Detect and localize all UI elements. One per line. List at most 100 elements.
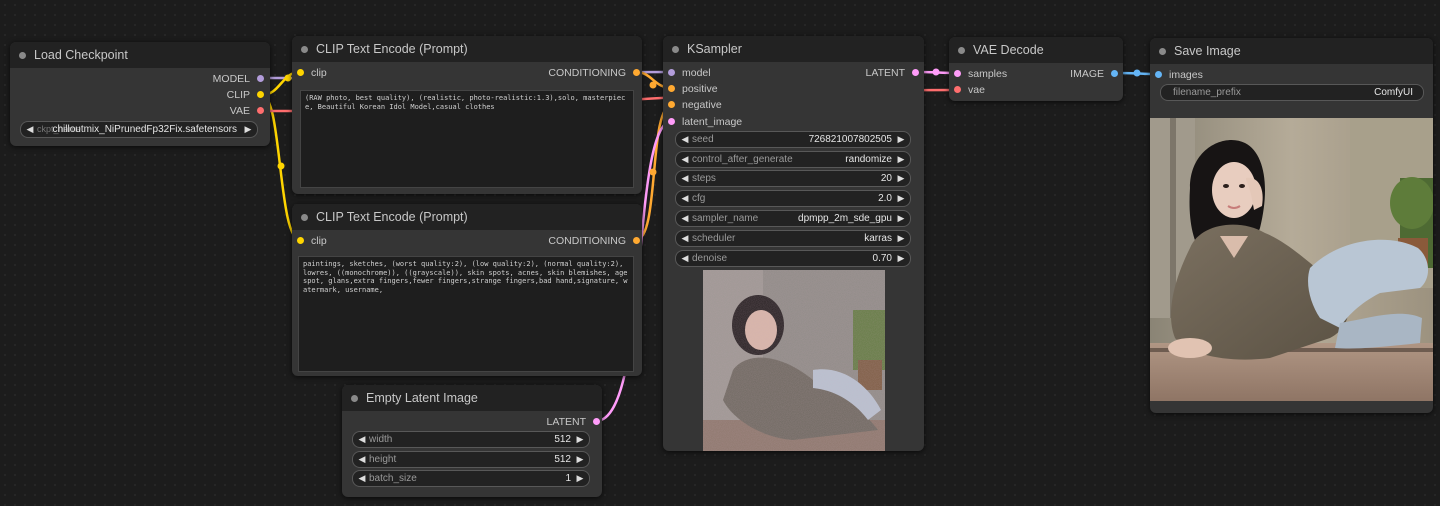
- sampler-name-widget[interactable]: ◀ sampler_name dpmpp_2m_sde_gpu ▶: [675, 210, 911, 227]
- control-after-generate-widget[interactable]: ◀ control_after_generate randomize ▶: [675, 151, 911, 168]
- widget-value: dpmpp_2m_sde_gpu: [798, 213, 892, 224]
- cfg-widget[interactable]: ◀ cfg 2.0 ▶: [675, 190, 911, 207]
- filename-prefix-widget[interactable]: filename_prefix ComfyUI: [1160, 84, 1424, 101]
- collapse-dot-icon[interactable]: [19, 52, 26, 59]
- clip-pin-icon[interactable]: [257, 91, 264, 98]
- collapse-dot-icon[interactable]: [1159, 48, 1166, 55]
- clip-pin-icon[interactable]: [297, 237, 304, 244]
- image-pin-icon[interactable]: [1155, 71, 1162, 78]
- input-label: clip: [311, 67, 327, 79]
- arrow-left-icon[interactable]: ◀: [679, 251, 691, 266]
- collapse-dot-icon[interactable]: [672, 46, 679, 53]
- latent-pin-icon[interactable]: [593, 418, 600, 425]
- batch-size-widget[interactable]: ◀ batch_size 1 ▶: [352, 470, 590, 487]
- arrow-left-icon[interactable]: ◀: [24, 122, 36, 137]
- output-conditioning[interactable]: CONDITIONING: [548, 234, 640, 248]
- arrow-right-icon[interactable]: ▶: [895, 132, 907, 147]
- node-title-bar[interactable]: CLIP Text Encode (Prompt): [292, 36, 642, 62]
- arrow-right-icon[interactable]: ▶: [242, 122, 254, 137]
- input-vae[interactable]: vae: [954, 83, 985, 97]
- collapse-dot-icon[interactable]: [351, 395, 358, 402]
- arrow-right-icon[interactable]: ▶: [895, 231, 907, 246]
- conditioning-pin-icon[interactable]: [668, 85, 675, 92]
- model-pin-icon[interactable]: [668, 69, 675, 76]
- output-image-preview: [1150, 118, 1433, 401]
- scheduler-widget[interactable]: ◀ scheduler karras ▶: [675, 230, 911, 247]
- node-title-bar[interactable]: Empty Latent Image: [342, 385, 602, 411]
- widget-value: 512: [554, 454, 571, 465]
- output-vae[interactable]: VAE: [230, 104, 264, 118]
- conditioning-pin-icon[interactable]: [633, 237, 640, 244]
- collapse-dot-icon[interactable]: [301, 46, 308, 53]
- node-title-bar[interactable]: KSampler: [663, 36, 924, 62]
- ckpt-name-combo[interactable]: ◀ ckpt_name chilloutmix_NiPrunedFp32Fix.…: [20, 121, 258, 138]
- clip-pin-icon[interactable]: [297, 69, 304, 76]
- latent-pin-icon[interactable]: [668, 118, 675, 125]
- vae-decode-node[interactable]: VAE Decode samples vae IMAGE: [949, 37, 1123, 101]
- output-label: IMAGE: [1070, 68, 1104, 80]
- arrow-right-icon[interactable]: ▶: [574, 452, 586, 467]
- node-title-bar[interactable]: CLIP Text Encode (Prompt): [292, 204, 642, 230]
- arrow-left-icon[interactable]: ◀: [679, 152, 691, 167]
- output-label: LATENT: [865, 67, 905, 79]
- collapse-dot-icon[interactable]: [958, 47, 965, 54]
- latent-pin-icon[interactable]: [912, 69, 919, 76]
- input-negative[interactable]: negative: [668, 98, 722, 112]
- widget-label: height: [369, 454, 397, 465]
- input-model[interactable]: model: [668, 66, 711, 80]
- ksampler-node[interactable]: KSampler model positive negative latent_…: [663, 36, 924, 451]
- input-samples[interactable]: samples: [954, 67, 1007, 81]
- output-clip[interactable]: CLIP: [227, 88, 264, 102]
- input-positive[interactable]: positive: [668, 82, 718, 96]
- arrow-right-icon[interactable]: ▶: [574, 432, 586, 447]
- load-checkpoint-node[interactable]: Load Checkpoint MODEL CLIP VAE ◀ ckpt_na…: [10, 42, 270, 146]
- model-pin-icon[interactable]: [257, 75, 264, 82]
- arrow-left-icon[interactable]: ◀: [679, 191, 691, 206]
- input-clip[interactable]: clip: [297, 234, 327, 248]
- arrow-right-icon[interactable]: ▶: [895, 251, 907, 266]
- node-title-bar[interactable]: VAE Decode: [949, 37, 1123, 63]
- prompt-textarea[interactable]: (RAW photo, best quality), (realistic, p…: [300, 90, 634, 188]
- arrow-left-icon[interactable]: ◀: [679, 132, 691, 147]
- arrow-left-icon[interactable]: ◀: [679, 171, 691, 186]
- output-conditioning[interactable]: CONDITIONING: [548, 66, 640, 80]
- arrow-right-icon[interactable]: ▶: [895, 152, 907, 167]
- arrow-left-icon[interactable]: ◀: [679, 211, 691, 226]
- arrow-right-icon[interactable]: ▶: [895, 211, 907, 226]
- arrow-right-icon[interactable]: ▶: [895, 171, 907, 186]
- collapse-dot-icon[interactable]: [301, 214, 308, 221]
- steps-widget[interactable]: ◀ steps 20 ▶: [675, 170, 911, 187]
- empty-latent-image-node[interactable]: Empty Latent Image LATENT ◀ width 512 ▶ …: [342, 385, 602, 497]
- output-latent[interactable]: LATENT: [866, 66, 919, 80]
- widget-value: randomize: [845, 154, 892, 165]
- width-widget[interactable]: ◀ width 512 ▶: [352, 431, 590, 448]
- clip-text-encode-positive-node[interactable]: CLIP Text Encode (Prompt) clip CONDITION…: [292, 36, 642, 194]
- arrow-left-icon[interactable]: ◀: [356, 452, 368, 467]
- output-model[interactable]: MODEL: [213, 72, 264, 86]
- output-image[interactable]: IMAGE: [1070, 67, 1118, 81]
- arrow-left-icon[interactable]: ◀: [679, 231, 691, 246]
- image-pin-icon[interactable]: [1111, 70, 1118, 77]
- vae-pin-icon[interactable]: [954, 86, 961, 93]
- clip-text-encode-negative-node[interactable]: CLIP Text Encode (Prompt) clip CONDITION…: [292, 204, 642, 376]
- output-label: LATENT: [546, 416, 586, 428]
- arrow-left-icon[interactable]: ◀: [356, 432, 368, 447]
- latent-pin-icon[interactable]: [954, 70, 961, 77]
- conditioning-pin-icon[interactable]: [633, 69, 640, 76]
- arrow-left-icon[interactable]: ◀: [356, 471, 368, 486]
- save-image-node[interactable]: Save Image images filename_prefix ComfyU…: [1150, 38, 1433, 413]
- input-images[interactable]: images: [1155, 68, 1203, 82]
- input-latent-image[interactable]: latent_image: [668, 115, 742, 129]
- input-clip[interactable]: clip: [297, 66, 327, 80]
- arrow-right-icon[interactable]: ▶: [574, 471, 586, 486]
- vae-pin-icon[interactable]: [257, 107, 264, 114]
- node-title-bar[interactable]: Load Checkpoint: [10, 42, 270, 68]
- denoise-widget[interactable]: ◀ denoise 0.70 ▶: [675, 250, 911, 267]
- node-title-bar[interactable]: Save Image: [1150, 38, 1433, 64]
- height-widget[interactable]: ◀ height 512 ▶: [352, 451, 590, 468]
- output-latent[interactable]: LATENT: [547, 415, 600, 429]
- arrow-right-icon[interactable]: ▶: [895, 191, 907, 206]
- seed-widget[interactable]: ◀ seed 726821007802505 ▶: [675, 131, 911, 148]
- conditioning-pin-icon[interactable]: [668, 101, 675, 108]
- prompt-textarea[interactable]: paintings, sketches, (worst quality:2), …: [298, 256, 634, 372]
